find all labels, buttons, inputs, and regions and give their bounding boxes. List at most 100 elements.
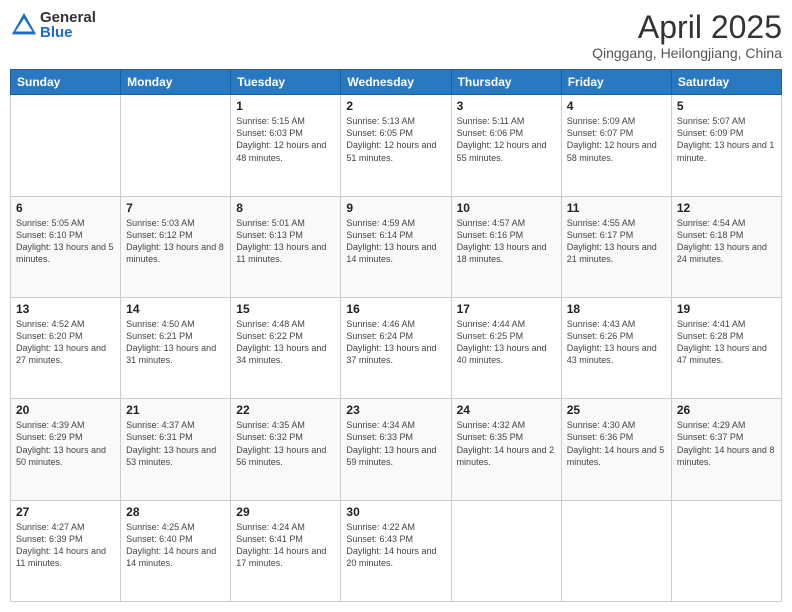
day-number: 22 [236,403,335,417]
cell-content: Sunrise: 4:34 AMSunset: 6:33 PMDaylight:… [346,419,445,468]
calendar-cell [561,500,671,601]
calendar-cell: 20 Sunrise: 4:39 AMSunset: 6:29 PMDayligh… [11,399,121,500]
calendar-cell [451,500,561,601]
calendar-cell [11,95,121,196]
col-friday: Friday [561,70,671,95]
calendar-cell: 12 Sunrise: 4:54 AMSunset: 6:18 PMDayligh… [671,196,781,297]
cell-content: Sunrise: 4:46 AMSunset: 6:24 PMDaylight:… [346,318,445,367]
calendar-cell: 8 Sunrise: 5:01 AMSunset: 6:13 PMDaylight… [231,196,341,297]
day-number: 30 [346,505,445,519]
cell-content: Sunrise: 4:59 AMSunset: 6:14 PMDaylight:… [346,217,445,266]
day-number: 2 [346,99,445,113]
calendar-cell: 2 Sunrise: 5:13 AMSunset: 6:05 PMDaylight… [341,95,451,196]
cell-content: Sunrise: 4:52 AMSunset: 6:20 PMDaylight:… [16,318,115,367]
cell-content: Sunrise: 5:13 AMSunset: 6:05 PMDaylight:… [346,115,445,164]
calendar-cell: 29 Sunrise: 4:24 AMSunset: 6:41 PMDayligh… [231,500,341,601]
day-number: 21 [126,403,225,417]
calendar-table: Sunday Monday Tuesday Wednesday Thursday… [10,69,782,602]
calendar-cell: 11Sunrise: 4:55 AMSunset: 6:17 PMDayligh… [561,196,671,297]
calendar-cell: 14 Sunrise: 4:50 AMSunset: 6:21 PMDayligh… [121,297,231,398]
week-row-2: 13 Sunrise: 4:52 AMSunset: 6:20 PMDayligh… [11,297,782,398]
day-number: 26 [677,403,776,417]
cell-content: Sunrise: 4:37 AMSunset: 6:31 PMDaylight:… [126,419,225,468]
day-number: 12 [677,201,776,215]
cell-content: Sunrise: 4:57 AMSunset: 6:16 PMDaylight:… [457,217,556,266]
cell-content: Sunrise: 4:48 AMSunset: 6:22 PMDaylight:… [236,318,335,367]
calendar-cell: 3 Sunrise: 5:11 AMSunset: 6:06 PMDaylight… [451,95,561,196]
cell-content: Sunrise: 5:11 AMSunset: 6:06 PMDaylight:… [457,115,556,164]
calendar-cell: 17Sunrise: 4:44 AMSunset: 6:25 PMDayligh… [451,297,561,398]
day-number: 27 [16,505,115,519]
cell-content: Sunrise: 4:35 AMSunset: 6:32 PMDaylight:… [236,419,335,468]
cell-content: Sunrise: 4:50 AMSunset: 6:21 PMDaylight:… [126,318,225,367]
cell-content: Sunrise: 5:01 AMSunset: 6:13 PMDaylight:… [236,217,335,266]
week-row-4: 27Sunrise: 4:27 AMSunset: 6:39 PMDayligh… [11,500,782,601]
calendar-cell: 4Sunrise: 5:09 AMSunset: 6:07 PMDaylight… [561,95,671,196]
day-number: 23 [346,403,445,417]
calendar-cell: 1 Sunrise: 5:15 AMSunset: 6:03 PMDaylight… [231,95,341,196]
header-row: Sunday Monday Tuesday Wednesday Thursday… [11,70,782,95]
cell-content: Sunrise: 5:07 AMSunset: 6:09 PMDaylight:… [677,115,776,164]
day-number: 5 [677,99,776,113]
calendar-cell: 22 Sunrise: 4:35 AMSunset: 6:32 PMDayligh… [231,399,341,500]
day-number: 1 [236,99,335,113]
calendar-subtitle: Qinggang, Heilongjiang, China [592,45,782,61]
calendar-cell [121,95,231,196]
title-block: April 2025 Qinggang, Heilongjiang, China [592,10,782,61]
col-thursday: Thursday [451,70,561,95]
cell-content: Sunrise: 5:15 AMSunset: 6:03 PMDaylight:… [236,115,335,164]
day-number: 8 [236,201,335,215]
calendar-cell: 16Sunrise: 4:46 AMSunset: 6:24 PMDayligh… [341,297,451,398]
cell-content: Sunrise: 4:43 AMSunset: 6:26 PMDaylight:… [567,318,666,367]
calendar-cell: 6Sunrise: 5:05 AMSunset: 6:10 PMDaylight… [11,196,121,297]
calendar-cell: 10Sunrise: 4:57 AMSunset: 6:16 PMDayligh… [451,196,561,297]
day-number: 17 [457,302,556,316]
calendar-cell: 15Sunrise: 4:48 AMSunset: 6:22 PMDayligh… [231,297,341,398]
day-number: 4 [567,99,666,113]
col-saturday: Saturday [671,70,781,95]
day-number: 25 [567,403,666,417]
cell-content: Sunrise: 5:03 AMSunset: 6:12 PMDaylight:… [126,217,225,266]
cell-content: Sunrise: 4:22 AMSunset: 6:43 PMDaylight:… [346,521,445,570]
calendar-cell: 7 Sunrise: 5:03 AMSunset: 6:12 PMDaylight… [121,196,231,297]
week-row-3: 20 Sunrise: 4:39 AMSunset: 6:29 PMDayligh… [11,399,782,500]
calendar-cell: 25Sunrise: 4:30 AMSunset: 6:36 PMDayligh… [561,399,671,500]
cell-content: Sunrise: 4:25 AMSunset: 6:40 PMDaylight:… [126,521,225,570]
logo-general-text: General [40,10,96,25]
calendar-cell [671,500,781,601]
calendar-cell: 24 Sunrise: 4:32 AMSunset: 6:35 PMDayligh… [451,399,561,500]
week-row-0: 1 Sunrise: 5:15 AMSunset: 6:03 PMDaylight… [11,95,782,196]
calendar-cell: 23 Sunrise: 4:34 AMSunset: 6:33 PMDayligh… [341,399,451,500]
col-monday: Monday [121,70,231,95]
day-number: 28 [126,505,225,519]
day-number: 18 [567,302,666,316]
calendar-cell: 18 Sunrise: 4:43 AMSunset: 6:26 PMDayligh… [561,297,671,398]
cell-content: Sunrise: 4:39 AMSunset: 6:29 PMDaylight:… [16,419,115,468]
day-number: 9 [346,201,445,215]
logo-text: General Blue [40,10,96,40]
calendar-title: April 2025 [592,10,782,45]
day-number: 7 [126,201,225,215]
logo-blue-text: Blue [40,25,96,40]
logo: General Blue [10,10,96,40]
calendar-cell: 13 Sunrise: 4:52 AMSunset: 6:20 PMDayligh… [11,297,121,398]
cell-content: Sunrise: 4:54 AMSunset: 6:18 PMDaylight:… [677,217,776,266]
calendar-header: Sunday Monday Tuesday Wednesday Thursday… [11,70,782,95]
calendar-cell: 5 Sunrise: 5:07 AMSunset: 6:09 PMDaylight… [671,95,781,196]
cell-content: Sunrise: 5:05 AMSunset: 6:10 PMDaylight:… [16,217,115,266]
day-number: 3 [457,99,556,113]
col-sunday: Sunday [11,70,121,95]
cell-content: Sunrise: 4:24 AMSunset: 6:41 PMDaylight:… [236,521,335,570]
day-number: 13 [16,302,115,316]
col-tuesday: Tuesday [231,70,341,95]
cell-content: Sunrise: 4:32 AMSunset: 6:35 PMDaylight:… [457,419,556,468]
calendar-cell: 28 Sunrise: 4:25 AMSunset: 6:40 PMDayligh… [121,500,231,601]
header: General Blue April 2025 Qinggang, Heilon… [10,10,782,61]
day-number: 24 [457,403,556,417]
cell-content: Sunrise: 4:29 AMSunset: 6:37 PMDaylight:… [677,419,776,468]
cell-content: Sunrise: 4:55 AMSunset: 6:17 PMDaylight:… [567,217,666,266]
day-number: 29 [236,505,335,519]
calendar-cell: 19Sunrise: 4:41 AMSunset: 6:28 PMDayligh… [671,297,781,398]
day-number: 14 [126,302,225,316]
day-number: 20 [16,403,115,417]
